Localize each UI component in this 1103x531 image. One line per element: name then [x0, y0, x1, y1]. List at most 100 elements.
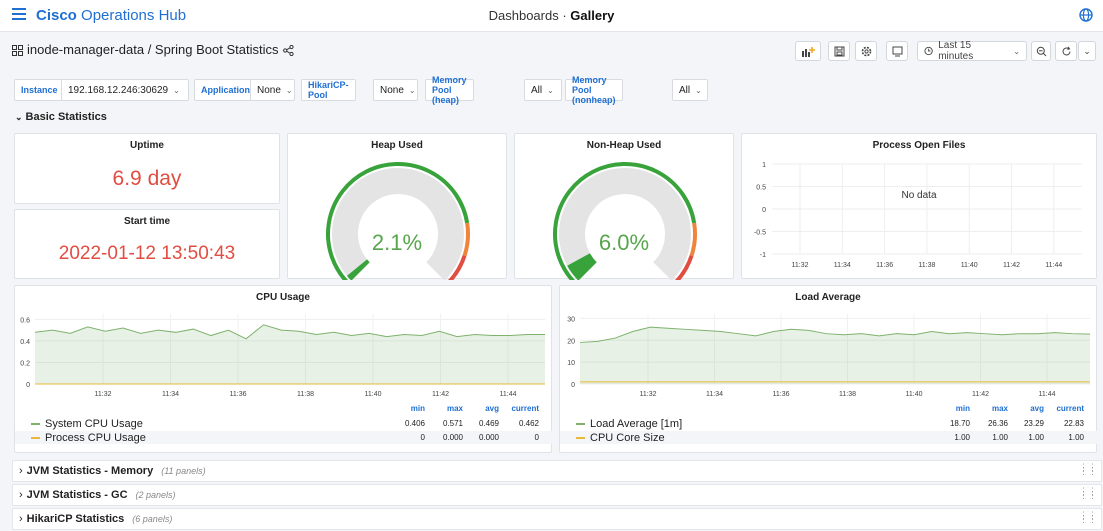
row-header-jvm-memory[interactable]: › JVM Statistics - Memory (11 panels) ⋮⋮… — [12, 460, 1102, 482]
variable-select-memory-pool-nonheap[interactable]: All ⌄ — [672, 79, 708, 101]
legend-header[interactable]: max — [423, 404, 463, 413]
breadcrumb-current: Gallery — [570, 8, 615, 23]
legend-row[interactable]: CPU Core Size 1.00 1.00 1.00 1.00 — [560, 431, 1098, 444]
legend-stat-max: 1.00 — [992, 433, 1008, 442]
row-title: JVM Statistics - Memory — [26, 465, 154, 477]
variable-label-instance: Instance — [14, 79, 65, 101]
panel-cpu-usage[interactable]: CPU Usage 0 0.2 0.4 0.6 11:32 11:34 11:36 11:38… — [14, 285, 553, 454]
legend-header[interactable]: current — [499, 404, 539, 413]
chevron-down-icon: ⌄ — [1013, 46, 1020, 56]
dashboard-title[interactable]: inode-manager-data / Spring Boot Statist… — [27, 42, 278, 57]
legend-header[interactable]: min — [385, 404, 425, 413]
gauge-value-arc — [567, 252, 598, 280]
y-tick-label: 0 — [571, 382, 575, 389]
variable-select-instance[interactable]: 192.168.12.246:30629 ⌄ — [61, 79, 189, 101]
y-tick-label: 30 — [567, 316, 575, 323]
variable-value: All — [679, 84, 691, 96]
panel-non-heap-used[interactable]: Non-Heap Used 6.0% — [514, 133, 734, 280]
legend-row[interactable]: Load Average [1m] 18.70 26.36 23.29 22.83 — [560, 417, 1098, 430]
legend-row[interactable]: Process CPU Usage 0 0.000 0.000 0 — [15, 431, 553, 444]
drag-handle-icon[interactable]: ⋮⋮ ⋮⋮ — [1079, 463, 1097, 476]
refresh-interval-dropdown[interactable]: ⌄ — [1078, 41, 1096, 61]
panel-uptime[interactable]: Uptime 6.9 day — [14, 133, 280, 204]
legend-header[interactable]: min — [930, 404, 970, 413]
legend-header[interactable]: avg — [459, 404, 499, 413]
x-tick-label: 11:34 — [162, 391, 179, 398]
panel-heap-used[interactable]: Heap Used 2.1% — [287, 133, 507, 280]
dashboard-grid-icon — [12, 45, 23, 56]
row-title: JVM Statistics - GC — [26, 489, 128, 501]
x-tick-label: 11:34 — [834, 262, 851, 269]
variable-value: None — [257, 84, 281, 96]
y-tick-label: 0.2 — [20, 360, 30, 367]
legend-stat-min: 18.70 — [949, 419, 970, 428]
legend-series-name[interactable]: Load Average [1m] — [590, 418, 682, 430]
chevron-down-icon: ⌄ — [173, 85, 180, 95]
legend-header[interactable]: max — [968, 404, 1008, 413]
load-legend: min max avg current Load Average [1m] 18.70 26… — [560, 404, 1098, 454]
legend-series-name[interactable]: Process CPU Usage — [45, 432, 146, 444]
globe-icon[interactable] — [1079, 8, 1093, 22]
legend-series-name[interactable]: System CPU Usage — [45, 418, 143, 430]
x-tick-label: 11:42 — [972, 391, 989, 398]
save-dashboard-button[interactable] — [828, 41, 850, 61]
heap-gauge — [326, 162, 470, 280]
variable-select-memory-pool-heap[interactable]: All ⌄ — [524, 79, 562, 101]
time-range-label: Last 15 minutes — [938, 40, 974, 62]
x-tick-label: 11:32 — [792, 262, 809, 269]
breadcrumb-parent[interactable]: Dashboards — [489, 8, 559, 23]
panel-load-average[interactable]: Load Average 0 10 20 30 11:32 11:34 11:36 11:38… — [559, 285, 1098, 454]
panel-process-open-files[interactable]: Process Open Files 1 0.5 0 -0.5 -1 11:32 11:34… — [741, 133, 1097, 279]
legend-swatch — [31, 436, 40, 439]
x-tick-label: 11:32 — [95, 391, 112, 398]
row-header-jvm-gc[interactable]: › JVM Statistics - GC (2 panels) ⋮⋮ ⋮⋮ — [12, 484, 1102, 506]
variable-value: All — [531, 84, 543, 96]
legend-stat-max: 26.36 — [987, 419, 1008, 428]
row-header-hikaricp[interactable]: › HikariCP Statistics (6 panels) ⋮⋮ ⋮⋮ — [12, 508, 1102, 530]
settings-button[interactable] — [855, 41, 877, 61]
x-tick-label: 11:36 — [773, 391, 790, 398]
x-tick-label: 11:34 — [706, 391, 723, 398]
x-tick-label: 11:38 — [839, 391, 856, 398]
y-tick-label: 0.4 — [20, 339, 30, 346]
gear-icon — [861, 46, 871, 56]
monitor-icon — [892, 46, 902, 56]
load-average-graph: 0 10 20 30 11:32 11:34 11:36 11:38 11:40 11:42 11:… — [567, 314, 1091, 398]
chevron-right-icon: › — [19, 489, 23, 501]
drag-handle-icon[interactable]: ⋮⋮ ⋮⋮ — [1079, 511, 1097, 524]
legend-series-name[interactable]: CPU Core Size — [590, 432, 665, 444]
variable-value: None — [380, 84, 404, 96]
variable-label-hikaricp-pool: HikariCP-Pool — [301, 79, 356, 101]
time-range-picker[interactable]: Last 15 minutes ⌄ — [917, 40, 1027, 62]
zoom-out-icon — [1036, 46, 1046, 56]
legend-stat-max: 0.571 — [442, 419, 463, 428]
chevron-down-icon: ⌄ — [408, 85, 416, 95]
legend-header[interactable]: avg — [1004, 404, 1044, 413]
add-panel-button[interactable] — [795, 41, 821, 61]
breadcrumb: Dashboards · Gallery — [0, 8, 1103, 23]
refresh-button[interactable] — [1055, 41, 1077, 61]
variable-value: 192.168.12.246:30629 — [68, 84, 169, 96]
legend-stat-avg: 1.00 — [1028, 433, 1044, 442]
y-tick-label: -0.5 — [754, 230, 766, 237]
x-tick-label: 11:40 — [961, 262, 978, 269]
x-tick-label: 11:42 — [1003, 262, 1020, 269]
y-tick-label: 0 — [26, 382, 30, 389]
row-panel-count: (2 panels) — [135, 490, 176, 500]
variable-select-hikaricp-pool[interactable]: None ⌄ — [373, 79, 418, 101]
legend-swatch — [576, 422, 585, 425]
variable-select-application[interactable]: None ⌄ — [250, 79, 295, 101]
legend-header[interactable]: current — [1044, 404, 1084, 413]
legend-stat-current: 22.83 — [1063, 419, 1084, 428]
row-header-basic-statistics[interactable]: ⌄ Basic Statistics — [15, 111, 107, 123]
tv-mode-button[interactable] — [886, 41, 908, 61]
legend-row[interactable]: System CPU Usage 0.406 0.571 0.469 0.462 — [15, 417, 553, 430]
panel-start-time[interactable]: Start time 2022-01-12 13:50:43 — [14, 209, 280, 279]
share-icon[interactable] — [283, 45, 294, 56]
x-tick-label: 11:40 — [906, 391, 923, 398]
x-tick-label: 11:44 — [1039, 391, 1056, 398]
x-tick-label: 11:38 — [297, 391, 314, 398]
zoom-out-button[interactable] — [1031, 41, 1051, 61]
cpu-legend: min max avg current System CPU Usage 0.406 0.5… — [15, 404, 553, 454]
drag-handle-icon[interactable]: ⋮⋮ ⋮⋮ — [1079, 487, 1097, 500]
